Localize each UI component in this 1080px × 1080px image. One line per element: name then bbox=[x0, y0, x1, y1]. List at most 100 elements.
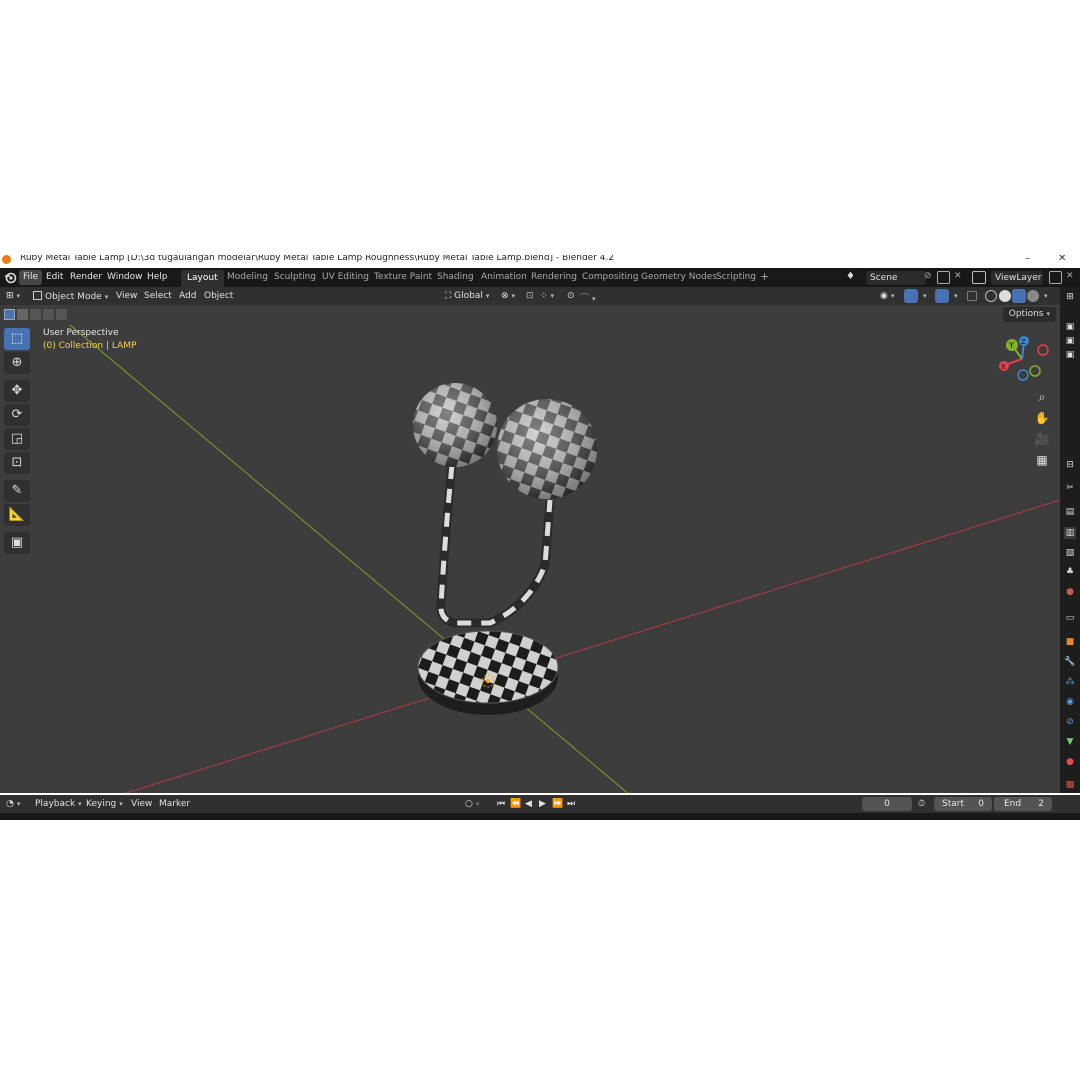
outliner-icon[interactable]: ⊞ bbox=[1064, 291, 1076, 303]
timeline-editor-icon[interactable]: ◔ ▾ bbox=[6, 799, 20, 809]
camera-icon-3[interactable]: ▣ bbox=[1064, 349, 1076, 361]
constraints-properties-icon[interactable]: ⊘ bbox=[1064, 716, 1076, 728]
rendered-shading-icon[interactable] bbox=[1027, 290, 1039, 302]
tab-geometry-nodes[interactable]: Geometry Nodes bbox=[641, 272, 717, 282]
scene-properties-icon[interactable]: ♣ bbox=[1064, 566, 1076, 578]
tab-uv-editing[interactable]: UV Editing bbox=[322, 272, 369, 282]
menu-marker[interactable]: Marker bbox=[159, 799, 190, 809]
auto-keying-icon[interactable]: ○ ▾ bbox=[465, 799, 479, 809]
delete-scene-icon[interactable]: ✕ bbox=[954, 271, 962, 281]
tab-sculpting[interactable]: Sculpting bbox=[274, 272, 316, 282]
play-reverse-icon[interactable]: ◀ bbox=[525, 799, 532, 809]
jump-keyframe-forward-icon[interactable]: ⏩ bbox=[552, 799, 563, 809]
world-properties-icon[interactable]: ● bbox=[1064, 586, 1076, 598]
orientation-selector[interactable]: ⛶ Global ▾ bbox=[445, 291, 489, 301]
select-subtract-icon[interactable] bbox=[30, 308, 41, 320]
new-view-layer-icon[interactable] bbox=[1049, 271, 1062, 284]
proportional-edit-icon[interactable]: ⊙ bbox=[567, 291, 575, 301]
select-box-icon[interactable]: ⬚ bbox=[4, 328, 30, 350]
select-intersect-icon[interactable] bbox=[56, 308, 67, 320]
pan-hand-icon[interactable]: ✋ bbox=[1032, 408, 1052, 428]
add-cube-icon[interactable]: ▣ bbox=[4, 532, 30, 554]
menu-window[interactable]: Window bbox=[107, 272, 143, 282]
menu-render[interactable]: Render bbox=[70, 272, 102, 282]
tab-compositing[interactable]: Compositing bbox=[582, 272, 638, 282]
menu-object[interactable]: Object bbox=[204, 291, 233, 301]
snap-icon[interactable]: ⊡ bbox=[526, 291, 534, 301]
select-invert-icon[interactable] bbox=[43, 308, 54, 320]
physics-properties-icon[interactable]: ◉ bbox=[1064, 696, 1076, 708]
tab-shading[interactable]: Shading bbox=[437, 272, 474, 282]
jump-end-icon[interactable]: ⏭ bbox=[567, 799, 575, 809]
properties-editor-icon[interactable]: ⊟ bbox=[1064, 459, 1076, 471]
minimize-button[interactable]: – bbox=[1025, 255, 1030, 264]
rotate-icon[interactable]: ⟳ bbox=[4, 404, 30, 426]
add-workspace-button[interactable]: + bbox=[760, 270, 769, 283]
menu-playback[interactable]: Playback ▾ bbox=[35, 799, 82, 809]
start-frame-field[interactable]: Start 0 bbox=[934, 797, 992, 811]
menu-edit[interactable]: Edit bbox=[46, 272, 63, 282]
jump-keyframe-back-icon[interactable]: ⏪ bbox=[510, 799, 521, 809]
tab-texture-paint[interactable]: Texture Paint bbox=[374, 272, 432, 282]
overlays-toggle-icon[interactable] bbox=[935, 289, 949, 303]
wireframe-shading-icon[interactable] bbox=[985, 290, 997, 302]
snap-target-icon[interactable]: ⁘ ▾ bbox=[540, 291, 554, 301]
tab-rendering[interactable]: Rendering bbox=[531, 272, 577, 282]
overlays-dropdown-icon[interactable]: ▾ bbox=[951, 291, 958, 301]
transform-icon[interactable]: ⊡ bbox=[4, 452, 30, 474]
tab-layout[interactable]: Layout bbox=[181, 270, 224, 287]
particles-properties-icon[interactable]: ⁂ bbox=[1064, 676, 1076, 688]
new-scene-icon[interactable] bbox=[937, 271, 950, 284]
editor-type-icon[interactable]: ⊞ ▾ bbox=[6, 291, 20, 301]
material-properties-icon[interactable]: ● bbox=[1064, 756, 1076, 768]
texture-properties-icon[interactable]: ▩ bbox=[1064, 779, 1076, 791]
gizmo-toggle-icon[interactable] bbox=[904, 289, 918, 303]
mode-selector[interactable]: Object Mode ▾ bbox=[33, 291, 108, 302]
tab-animation[interactable]: Animation bbox=[481, 272, 527, 282]
3d-viewport[interactable]: ⬚ ⊕ ✥ ⟳ ◲ ⊡ ✎ 📐 ▣ User Perspective (0) C… bbox=[0, 305, 1060, 793]
select-extend-icon[interactable] bbox=[17, 308, 28, 320]
tab-modeling[interactable]: Modeling bbox=[227, 272, 268, 282]
material-shading-icon[interactable] bbox=[1012, 289, 1026, 303]
view-layer-properties-icon[interactable]: ▧ bbox=[1064, 547, 1076, 559]
camera-icon-2[interactable]: ▣ bbox=[1064, 335, 1076, 347]
play-icon[interactable]: ▶ bbox=[539, 799, 546, 809]
output-properties-icon[interactable]: ▥ bbox=[1064, 527, 1076, 539]
tool-settings-icon[interactable]: ✂ bbox=[1064, 482, 1076, 494]
menu-keying[interactable]: Keying ▾ bbox=[86, 799, 123, 809]
navigation-gizmo[interactable]: Y Z X bbox=[995, 333, 1055, 385]
camera-icon-1[interactable]: ▣ bbox=[1064, 321, 1076, 333]
scale-icon[interactable]: ◲ bbox=[4, 428, 30, 450]
options-button[interactable]: Options ▾ bbox=[1002, 307, 1056, 322]
menu-view[interactable]: View bbox=[116, 291, 137, 301]
jump-start-icon[interactable]: ⏮ bbox=[497, 799, 505, 809]
view-layer-selector[interactable]: ViewLayer bbox=[991, 271, 1043, 285]
measure-icon[interactable]: 📐 bbox=[4, 504, 30, 526]
visibility-icon[interactable]: ◉ ▾ bbox=[880, 291, 894, 301]
modifier-properties-icon[interactable]: 🔧 bbox=[1064, 656, 1076, 668]
object-properties-icon[interactable]: ■ bbox=[1064, 636, 1076, 648]
menu-help[interactable]: Help bbox=[147, 272, 168, 282]
select-new-icon[interactable] bbox=[4, 308, 15, 320]
delete-view-layer-icon[interactable]: ✕ bbox=[1066, 271, 1074, 281]
zoom-icon[interactable]: ⌕ bbox=[1032, 387, 1052, 407]
clock-icon[interactable]: ⏱ bbox=[918, 799, 925, 809]
pin-icon[interactable]: ⊘ bbox=[924, 271, 932, 281]
blender-menu-icon[interactable] bbox=[4, 271, 17, 284]
gizmo-dropdown-icon[interactable]: ▾ bbox=[920, 291, 927, 301]
end-frame-field[interactable]: End 2 bbox=[994, 797, 1052, 811]
menu-select[interactable]: Select bbox=[144, 291, 172, 301]
shading-dropdown-icon[interactable]: ▾ bbox=[1041, 291, 1048, 301]
move-icon[interactable]: ✥ bbox=[4, 380, 30, 402]
xray-icon[interactable] bbox=[967, 291, 977, 301]
annotate-icon[interactable]: ✎ bbox=[4, 480, 30, 502]
collection-properties-icon[interactable]: ▭ bbox=[1064, 612, 1076, 624]
close-button[interactable]: ✕ bbox=[1058, 255, 1066, 264]
data-properties-icon[interactable]: ▼ bbox=[1064, 736, 1076, 748]
menu-add[interactable]: Add bbox=[179, 291, 196, 301]
solid-shading-icon[interactable] bbox=[999, 290, 1011, 302]
falloff-icon[interactable]: ⌒ ▾ bbox=[580, 291, 596, 304]
cursor-icon[interactable]: ⊕ bbox=[4, 352, 30, 374]
menu-view-timeline[interactable]: View bbox=[131, 799, 152, 809]
render-properties-icon[interactable]: ▤ bbox=[1064, 506, 1076, 518]
